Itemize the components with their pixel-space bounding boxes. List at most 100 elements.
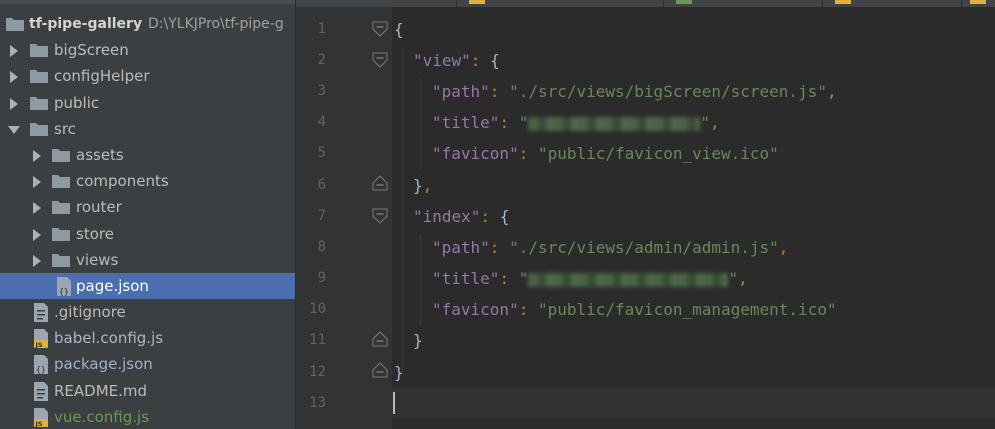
tree-item-vue-config[interactable]: JS vue.config.js bbox=[0, 404, 295, 429]
json-string: "public/favicon_view.ico" bbox=[537, 144, 779, 163]
folder-icon bbox=[30, 44, 48, 58]
fold-open-icon[interactable] bbox=[372, 21, 388, 37]
tree-item-label: bigScreen bbox=[54, 41, 129, 60]
svg-text:JS: JS bbox=[35, 341, 43, 348]
chevron-right-icon[interactable] bbox=[33, 149, 41, 162]
code-line-8: "path": "./src/views/admin/admin.js", bbox=[432, 232, 788, 263]
tree-item-babel-config[interactable]: JS babel.config.js bbox=[0, 325, 295, 351]
line-number: 1 bbox=[317, 21, 326, 37]
fold-close-icon[interactable] bbox=[372, 175, 388, 191]
editor-tab[interactable] bbox=[457, 0, 664, 7]
project-tool-window: tf-pipe-gallery D:\YLKJPro\tf-pipe-g big… bbox=[0, 0, 295, 429]
fold-open-icon[interactable] bbox=[372, 52, 388, 68]
tree-item-label: vue.config.js bbox=[54, 407, 150, 426]
open-brace: { bbox=[394, 20, 404, 39]
tree-item-components[interactable]: components bbox=[0, 168, 295, 194]
line-number: 10 bbox=[309, 301, 326, 317]
line-number: 3 bbox=[317, 83, 326, 99]
colon: : bbox=[480, 207, 491, 226]
tree-item-bigscreen[interactable]: bigScreen bbox=[0, 37, 295, 63]
comma: , bbox=[778, 238, 789, 257]
tree-item-readme[interactable]: README.md bbox=[0, 378, 295, 404]
line-number: 12 bbox=[309, 364, 326, 380]
tree-item-store[interactable]: store bbox=[0, 221, 295, 247]
tree-item-src[interactable]: src bbox=[0, 116, 295, 142]
json-key: "favicon" bbox=[432, 300, 519, 319]
chevron-down-icon[interactable] bbox=[8, 125, 20, 134]
colon: : bbox=[499, 269, 519, 288]
chevron-right-icon[interactable] bbox=[10, 45, 18, 58]
tree-item-label: babel.config.js bbox=[54, 329, 164, 348]
fold-close-icon[interactable] bbox=[372, 331, 388, 347]
chevron-right-icon[interactable] bbox=[33, 176, 41, 189]
editor-tab[interactable] bbox=[962, 0, 995, 7]
tree-item-router[interactable]: router bbox=[0, 194, 295, 220]
current-line-highlight bbox=[392, 387, 995, 418]
colon: : bbox=[489, 238, 510, 257]
folder-icon bbox=[30, 70, 48, 84]
tree-root[interactable]: tf-pipe-gallery D:\YLKJPro\tf-pipe-g bbox=[0, 11, 295, 37]
tree-item-assets[interactable]: assets bbox=[0, 142, 295, 168]
tree-item-confighelper[interactable]: configHelper bbox=[0, 63, 295, 89]
line-number: 7 bbox=[317, 208, 326, 224]
line-number: 4 bbox=[317, 114, 326, 130]
tree-item-gitignore[interactable]: .gitignore bbox=[0, 299, 295, 325]
tree-item-label: .gitignore bbox=[54, 303, 126, 322]
json-key: "path" bbox=[432, 238, 490, 257]
chevron-right-icon[interactable] bbox=[10, 97, 18, 110]
editor-tab[interactable] bbox=[664, 0, 823, 7]
tree-item-public[interactable]: public bbox=[0, 90, 295, 116]
indent-guide bbox=[420, 78, 421, 170]
chevron-right-icon[interactable] bbox=[33, 202, 41, 215]
json-string-quote: " bbox=[518, 269, 529, 288]
code-line-11: } bbox=[413, 325, 423, 356]
text-file-icon bbox=[34, 303, 48, 323]
chevron-right-icon[interactable] bbox=[10, 71, 18, 84]
tree-item-label: views bbox=[76, 250, 119, 269]
tree-item-page-json[interactable]: {} page.json bbox=[0, 272, 295, 300]
chevron-right-icon[interactable] bbox=[33, 254, 41, 267]
js-file-icon bbox=[469, 0, 485, 4]
tree-item-views[interactable]: views bbox=[0, 247, 295, 273]
fold-close-icon[interactable] bbox=[372, 362, 388, 378]
colon: : bbox=[518, 300, 538, 319]
editor-tab[interactable] bbox=[823, 0, 962, 7]
comma: , bbox=[422, 176, 433, 195]
code-line-10: "favicon": "public/favicon_management.ic… bbox=[432, 294, 837, 325]
comma: , bbox=[826, 82, 837, 101]
folder-icon bbox=[30, 96, 48, 110]
text-caret bbox=[393, 392, 395, 414]
code-line-12: } bbox=[394, 357, 404, 388]
json-file-icon: {} bbox=[34, 355, 48, 375]
root-project-path: D:\YLKJPro\tf-pipe-g bbox=[148, 16, 284, 32]
folder-icon bbox=[52, 148, 70, 162]
code-line-4: "title": " ", bbox=[432, 107, 720, 138]
tree-item-label: README.md bbox=[54, 381, 148, 400]
tree-header-strip bbox=[0, 0, 295, 4]
code-line-1: { bbox=[394, 14, 404, 45]
editor-tab[interactable] bbox=[296, 0, 457, 7]
colon: : bbox=[499, 113, 519, 132]
line-number: 2 bbox=[317, 52, 326, 68]
tree-item-label: page.json bbox=[76, 276, 149, 295]
json-key: "title" bbox=[432, 269, 500, 288]
tree-item-label: configHelper bbox=[54, 67, 150, 86]
redacted-value bbox=[528, 116, 701, 131]
indent-guide bbox=[420, 234, 421, 326]
tree-item-package-json[interactable]: {} package.json bbox=[0, 351, 295, 377]
js-file-icon bbox=[970, 0, 986, 4]
json-string-quote: " bbox=[700, 113, 710, 132]
tree-item-label: package.json bbox=[54, 355, 153, 374]
folder-icon bbox=[30, 122, 48, 136]
text-file-icon bbox=[34, 381, 48, 401]
project-tree: tf-pipe-gallery D:\YLKJPro\tf-pipe-g big… bbox=[0, 11, 295, 429]
chevron-right-icon[interactable] bbox=[33, 228, 41, 241]
fold-open-icon[interactable] bbox=[372, 208, 388, 224]
comma: , bbox=[737, 269, 748, 288]
code-line-3: "path": "./src/views/bigScreen/screen.js… bbox=[432, 76, 837, 107]
line-number: 8 bbox=[317, 239, 326, 255]
tree-item-label: assets bbox=[76, 145, 124, 164]
colon: : bbox=[489, 82, 510, 101]
json-file-icon: {} bbox=[57, 276, 71, 296]
root-project-name: tf-pipe-gallery bbox=[29, 16, 143, 32]
